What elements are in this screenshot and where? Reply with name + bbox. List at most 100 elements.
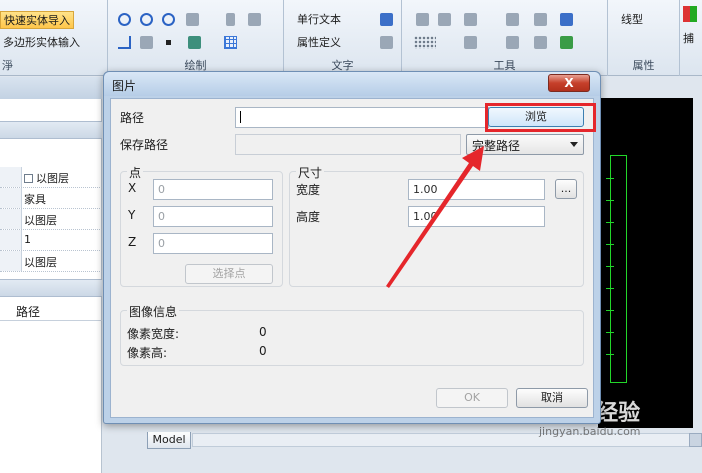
dialog-client-area: 路径 浏览 保存路径 完整路径 点 X 0 Y 0 Z 0 选择点 尺寸 宽度 … bbox=[110, 98, 594, 418]
tool-dots-icon[interactable] bbox=[414, 36, 436, 49]
tool-e-icon[interactable] bbox=[534, 13, 547, 26]
z-value: 0 bbox=[158, 237, 165, 250]
cad-line-bottom bbox=[610, 382, 627, 383]
property-value-text: 以图层 bbox=[36, 172, 69, 185]
property-value: 家具 bbox=[24, 193, 46, 206]
x-label: X bbox=[128, 181, 137, 195]
circle-draw-icon[interactable] bbox=[118, 13, 131, 26]
table-icon[interactable] bbox=[224, 36, 237, 49]
polygon-input-button[interactable]: 多边形实体输入 bbox=[0, 34, 83, 52]
cad-tick bbox=[606, 244, 614, 245]
chevron-down-icon bbox=[570, 142, 578, 147]
panel-section-bar bbox=[0, 279, 102, 297]
point-icon[interactable] bbox=[166, 40, 171, 45]
pixel-height-label: 像素高: bbox=[127, 346, 168, 360]
fast-import-button[interactable]: 快速实体导入 bbox=[0, 11, 74, 29]
attr-define-button[interactable]: 属性定义 bbox=[294, 34, 344, 52]
copy-dropdown-icon[interactable] bbox=[248, 13, 261, 26]
tool-j-icon[interactable] bbox=[560, 36, 573, 49]
x-input[interactable]: 0 bbox=[153, 179, 273, 200]
cad-tick bbox=[606, 310, 614, 311]
path-column-header[interactable]: 路径 bbox=[0, 299, 102, 321]
cad-line-top bbox=[610, 155, 627, 156]
tool-b-icon[interactable] bbox=[438, 13, 451, 26]
ok-button[interactable]: OK bbox=[436, 388, 508, 408]
text-edit-icon[interactable] bbox=[380, 36, 393, 49]
single-text-label: 单行文本 bbox=[297, 13, 341, 26]
panel-section-bar bbox=[0, 121, 102, 139]
ribbon: 快速实体导入 多边形实体输入 淨 绘制 单行文本 属性定义 文字 工具 线型 属… bbox=[0, 0, 702, 76]
cancel-button[interactable]: 取消 bbox=[516, 388, 588, 408]
image-insert-icon[interactable] bbox=[188, 36, 201, 49]
path-label: 路径 bbox=[120, 111, 145, 125]
z-input[interactable]: 0 bbox=[153, 233, 273, 254]
tool-d-icon[interactable] bbox=[506, 13, 519, 26]
property-key-cell bbox=[0, 230, 22, 250]
property-value: 以图层 bbox=[24, 214, 57, 227]
property-key-cell bbox=[0, 188, 22, 208]
checkbox-icon[interactable] bbox=[24, 174, 33, 183]
save-path-label: 保存路径 bbox=[120, 138, 169, 152]
z-label: Z bbox=[128, 235, 137, 249]
model-tab[interactable]: Model bbox=[147, 432, 191, 449]
property-row[interactable]: 以图层 bbox=[0, 251, 102, 272]
linetype-button[interactable]: 线型 bbox=[618, 11, 646, 29]
cad-tick bbox=[606, 222, 614, 223]
pixel-height-value: 0 bbox=[259, 344, 267, 358]
cancel-label: 取消 bbox=[541, 391, 563, 404]
spline-icon[interactable] bbox=[118, 36, 131, 49]
arc-draw-icon[interactable] bbox=[162, 13, 175, 26]
pen-icon[interactable] bbox=[226, 13, 235, 26]
circle-center-icon[interactable] bbox=[140, 13, 153, 26]
size-group-title: 尺寸 bbox=[296, 164, 325, 181]
capture-icon[interactable] bbox=[683, 6, 697, 22]
property-key-cell bbox=[0, 251, 22, 271]
cad-line-right bbox=[626, 155, 627, 383]
watermark-url: jingyan.baidu.com bbox=[539, 425, 641, 438]
x-value: 0 bbox=[158, 183, 165, 196]
single-text-button[interactable]: 单行文本 bbox=[294, 11, 344, 29]
capture-button[interactable]: 捕 bbox=[680, 30, 697, 48]
dialog-title-bar[interactable]: 图片 X bbox=[104, 72, 600, 96]
close-button[interactable]: X bbox=[548, 74, 590, 92]
property-row[interactable]: 家具 bbox=[0, 188, 102, 209]
y-input[interactable]: 0 bbox=[153, 206, 273, 227]
height-label: 高度 bbox=[296, 210, 321, 224]
tool-f-icon[interactable] bbox=[560, 13, 573, 26]
ribbon-group-import: 快速实体导入 多边形实体输入 淨 bbox=[0, 0, 108, 76]
ribbon-group-capture: 捕 bbox=[680, 0, 702, 76]
polygon-input-label: 多边形实体输入 bbox=[3, 36, 80, 49]
region-icon[interactable] bbox=[186, 13, 199, 26]
ellipsis-icon: ... bbox=[560, 182, 572, 195]
annotation-arrow-icon bbox=[386, 146, 484, 288]
drawing-canvas[interactable] bbox=[598, 98, 693, 428]
cad-tick bbox=[606, 288, 614, 289]
image-info-group: 图像信息 bbox=[120, 303, 584, 366]
image-info-title: 图像信息 bbox=[127, 303, 180, 320]
tool-h-icon[interactable] bbox=[506, 36, 519, 49]
pixel-width-value: 0 bbox=[259, 325, 267, 339]
tool-g-icon[interactable] bbox=[464, 36, 477, 49]
property-row[interactable]: 以图层 bbox=[0, 209, 102, 230]
path-input[interactable] bbox=[235, 107, 489, 128]
tool-c-icon[interactable] bbox=[464, 13, 477, 26]
cad-line-left bbox=[610, 155, 611, 383]
property-row[interactable]: 以图层 bbox=[0, 167, 102, 188]
text-caret-icon bbox=[240, 111, 241, 123]
y-value: 0 bbox=[158, 210, 165, 223]
ellipsis-button[interactable]: ... bbox=[555, 179, 577, 199]
y-label: Y bbox=[128, 208, 136, 222]
pick-point-button[interactable]: 选择点 bbox=[185, 264, 273, 284]
property-row[interactable]: 1 bbox=[0, 230, 102, 251]
text-style-icon[interactable] bbox=[380, 13, 393, 26]
ribbon-group-label-property: 属性 bbox=[632, 59, 655, 72]
highlight-box bbox=[485, 103, 596, 132]
attr-define-label: 属性定义 bbox=[297, 36, 341, 49]
property-key-cell bbox=[0, 167, 22, 187]
tool-i-icon[interactable] bbox=[534, 36, 547, 49]
tool-a-icon[interactable] bbox=[416, 13, 429, 26]
hatch-icon[interactable] bbox=[140, 36, 153, 49]
pick-point-label: 选择点 bbox=[212, 267, 246, 280]
ribbon-group-property: 线型 属性 bbox=[608, 0, 680, 76]
property-value: 以图层 bbox=[24, 256, 57, 269]
